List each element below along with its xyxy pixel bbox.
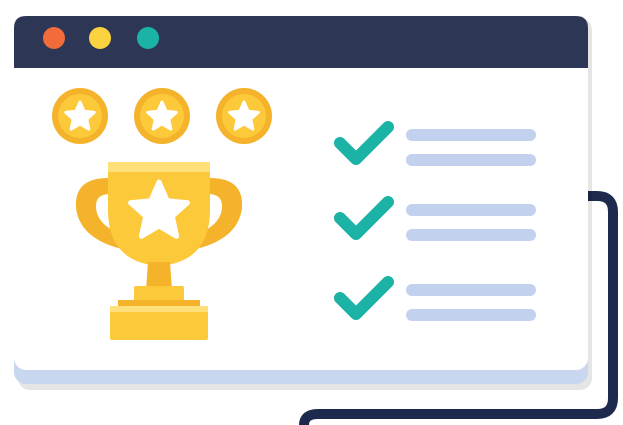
text-placeholder-line [406,154,536,166]
titlebar-edge [14,66,588,68]
text-placeholder-line [406,284,536,296]
achievement-illustration [14,16,618,425]
text-placeholder-line [406,229,536,241]
star-coin-icon [216,88,272,144]
top-stars [52,88,272,144]
text-placeholder-line [406,204,536,216]
illustration-canvas [0,0,623,425]
maximize-dot[interactable] [137,27,159,49]
close-dot[interactable] [43,27,65,49]
text-placeholder-line [406,309,536,321]
text-placeholder-line [406,129,536,141]
minimize-dot[interactable] [89,27,111,49]
star-coin-icon [134,88,190,144]
browser-window [14,16,588,384]
star-coin-icon [52,88,108,144]
